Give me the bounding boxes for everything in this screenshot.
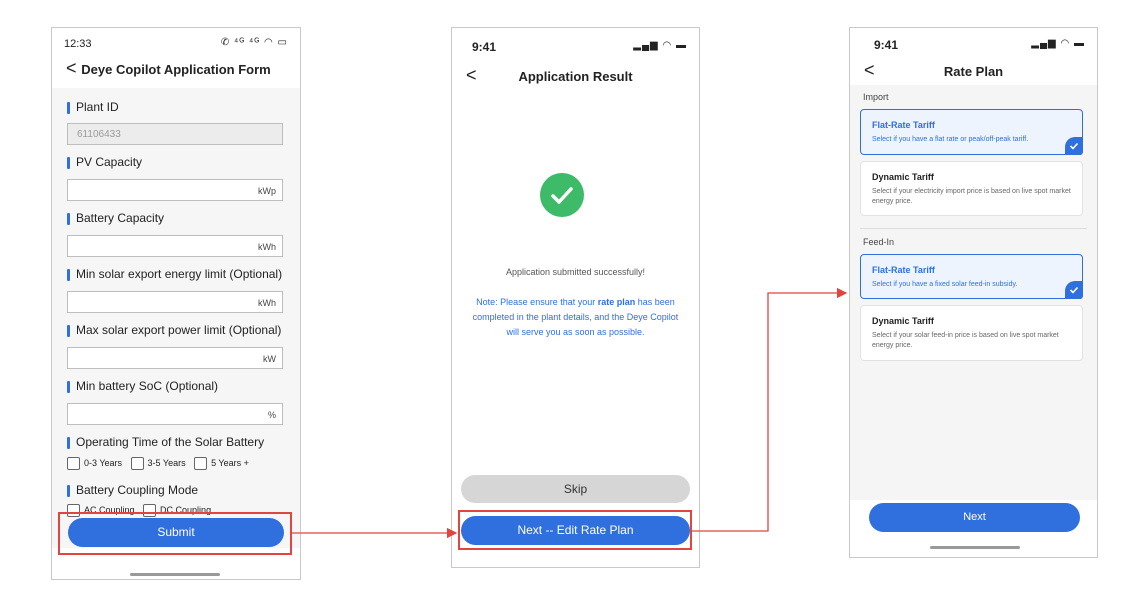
flow-arrows bbox=[292, 287, 848, 539]
arrow-result-to-rateplan bbox=[692, 287, 848, 532]
